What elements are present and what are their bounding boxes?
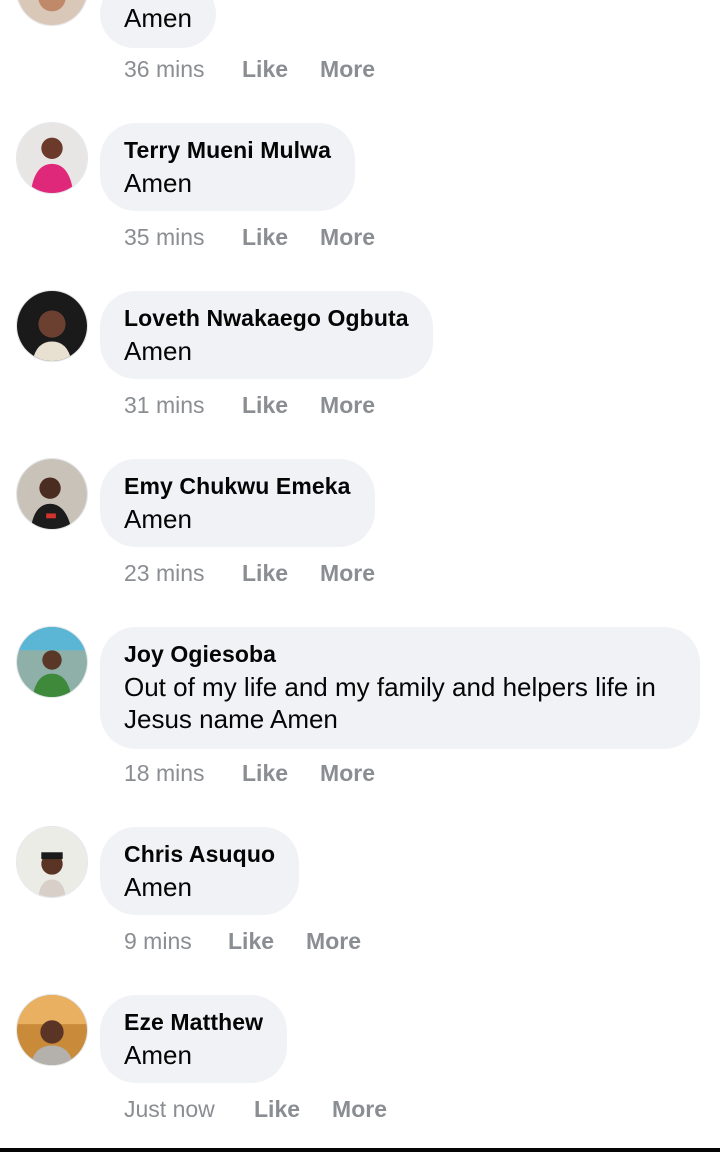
- more-button[interactable]: More: [320, 224, 375, 251]
- comment-timestamp: 18 mins: [124, 760, 205, 786]
- commenter-name[interactable]: Joy Ogiesoba: [124, 637, 676, 671]
- like-button[interactable]: Like: [242, 224, 288, 251]
- more-button[interactable]: More: [306, 928, 361, 955]
- more-button[interactable]: More: [320, 760, 375, 787]
- comment-bubble: Eze Matthew Amen: [100, 995, 288, 1083]
- like-button[interactable]: Like: [254, 1096, 300, 1123]
- avatar[interactable]: [16, 626, 88, 698]
- avatar[interactable]: [16, 290, 88, 362]
- commenter-name[interactable]: Emy Chukwu Emeka: [124, 469, 351, 503]
- avatar[interactable]: [16, 826, 88, 898]
- comment-bubble: Terry Mueni Mulwa Amen: [100, 123, 356, 211]
- commenter-name[interactable]: Chris Asuquo: [124, 837, 275, 871]
- comment-text: Amen: [124, 504, 192, 534]
- more-button[interactable]: More: [332, 1096, 387, 1123]
- commenter-name[interactable]: Terry Mueni Mulwa: [124, 133, 331, 167]
- comment-timestamp: 36 mins: [124, 56, 205, 82]
- comment-text: Amen: [124, 336, 192, 366]
- commenter-name[interactable]: Eze Matthew: [124, 1005, 263, 1039]
- like-button[interactable]: Like: [242, 760, 288, 787]
- like-button[interactable]: Like: [242, 392, 288, 419]
- comment-text: Amen: [124, 872, 192, 902]
- comment-bubble: Loveth Nwakaego Ogbuta Amen: [100, 291, 433, 379]
- comment-text: Amen: [124, 1040, 192, 1070]
- like-button[interactable]: Like: [228, 928, 274, 955]
- comment-bubble: Chris Asuquo Amen: [100, 827, 300, 915]
- more-button[interactable]: More: [320, 56, 375, 83]
- bottom-divider: [0, 1148, 720, 1152]
- avatar[interactable]: [16, 458, 88, 530]
- comment-bubble: Amen: [100, 0, 216, 48]
- comment-timestamp: Just now: [124, 1096, 215, 1122]
- comment-timestamp: 9 mins: [124, 928, 192, 954]
- avatar[interactable]: [16, 0, 88, 26]
- comment-timestamp: 31 mins: [124, 392, 205, 418]
- comment-text: Amen: [124, 3, 192, 33]
- avatar[interactable]: [16, 994, 88, 1066]
- like-button[interactable]: Like: [242, 56, 288, 83]
- like-button[interactable]: Like: [242, 560, 288, 587]
- avatar[interactable]: [16, 122, 88, 194]
- commenter-name[interactable]: Loveth Nwakaego Ogbuta: [124, 301, 409, 335]
- comment-bubble: Emy Chukwu Emeka Amen: [100, 459, 375, 547]
- comment-timestamp: 23 mins: [124, 560, 205, 586]
- comment-bubble: Joy Ogiesoba Out of my life and my famil…: [100, 627, 700, 749]
- comment-timestamp: 35 mins: [124, 224, 205, 250]
- comment-text: Out of my life and my family and helpers…: [124, 672, 656, 734]
- more-button[interactable]: More: [320, 392, 375, 419]
- more-button[interactable]: More: [320, 560, 375, 587]
- comment-text: Amen: [124, 168, 192, 198]
